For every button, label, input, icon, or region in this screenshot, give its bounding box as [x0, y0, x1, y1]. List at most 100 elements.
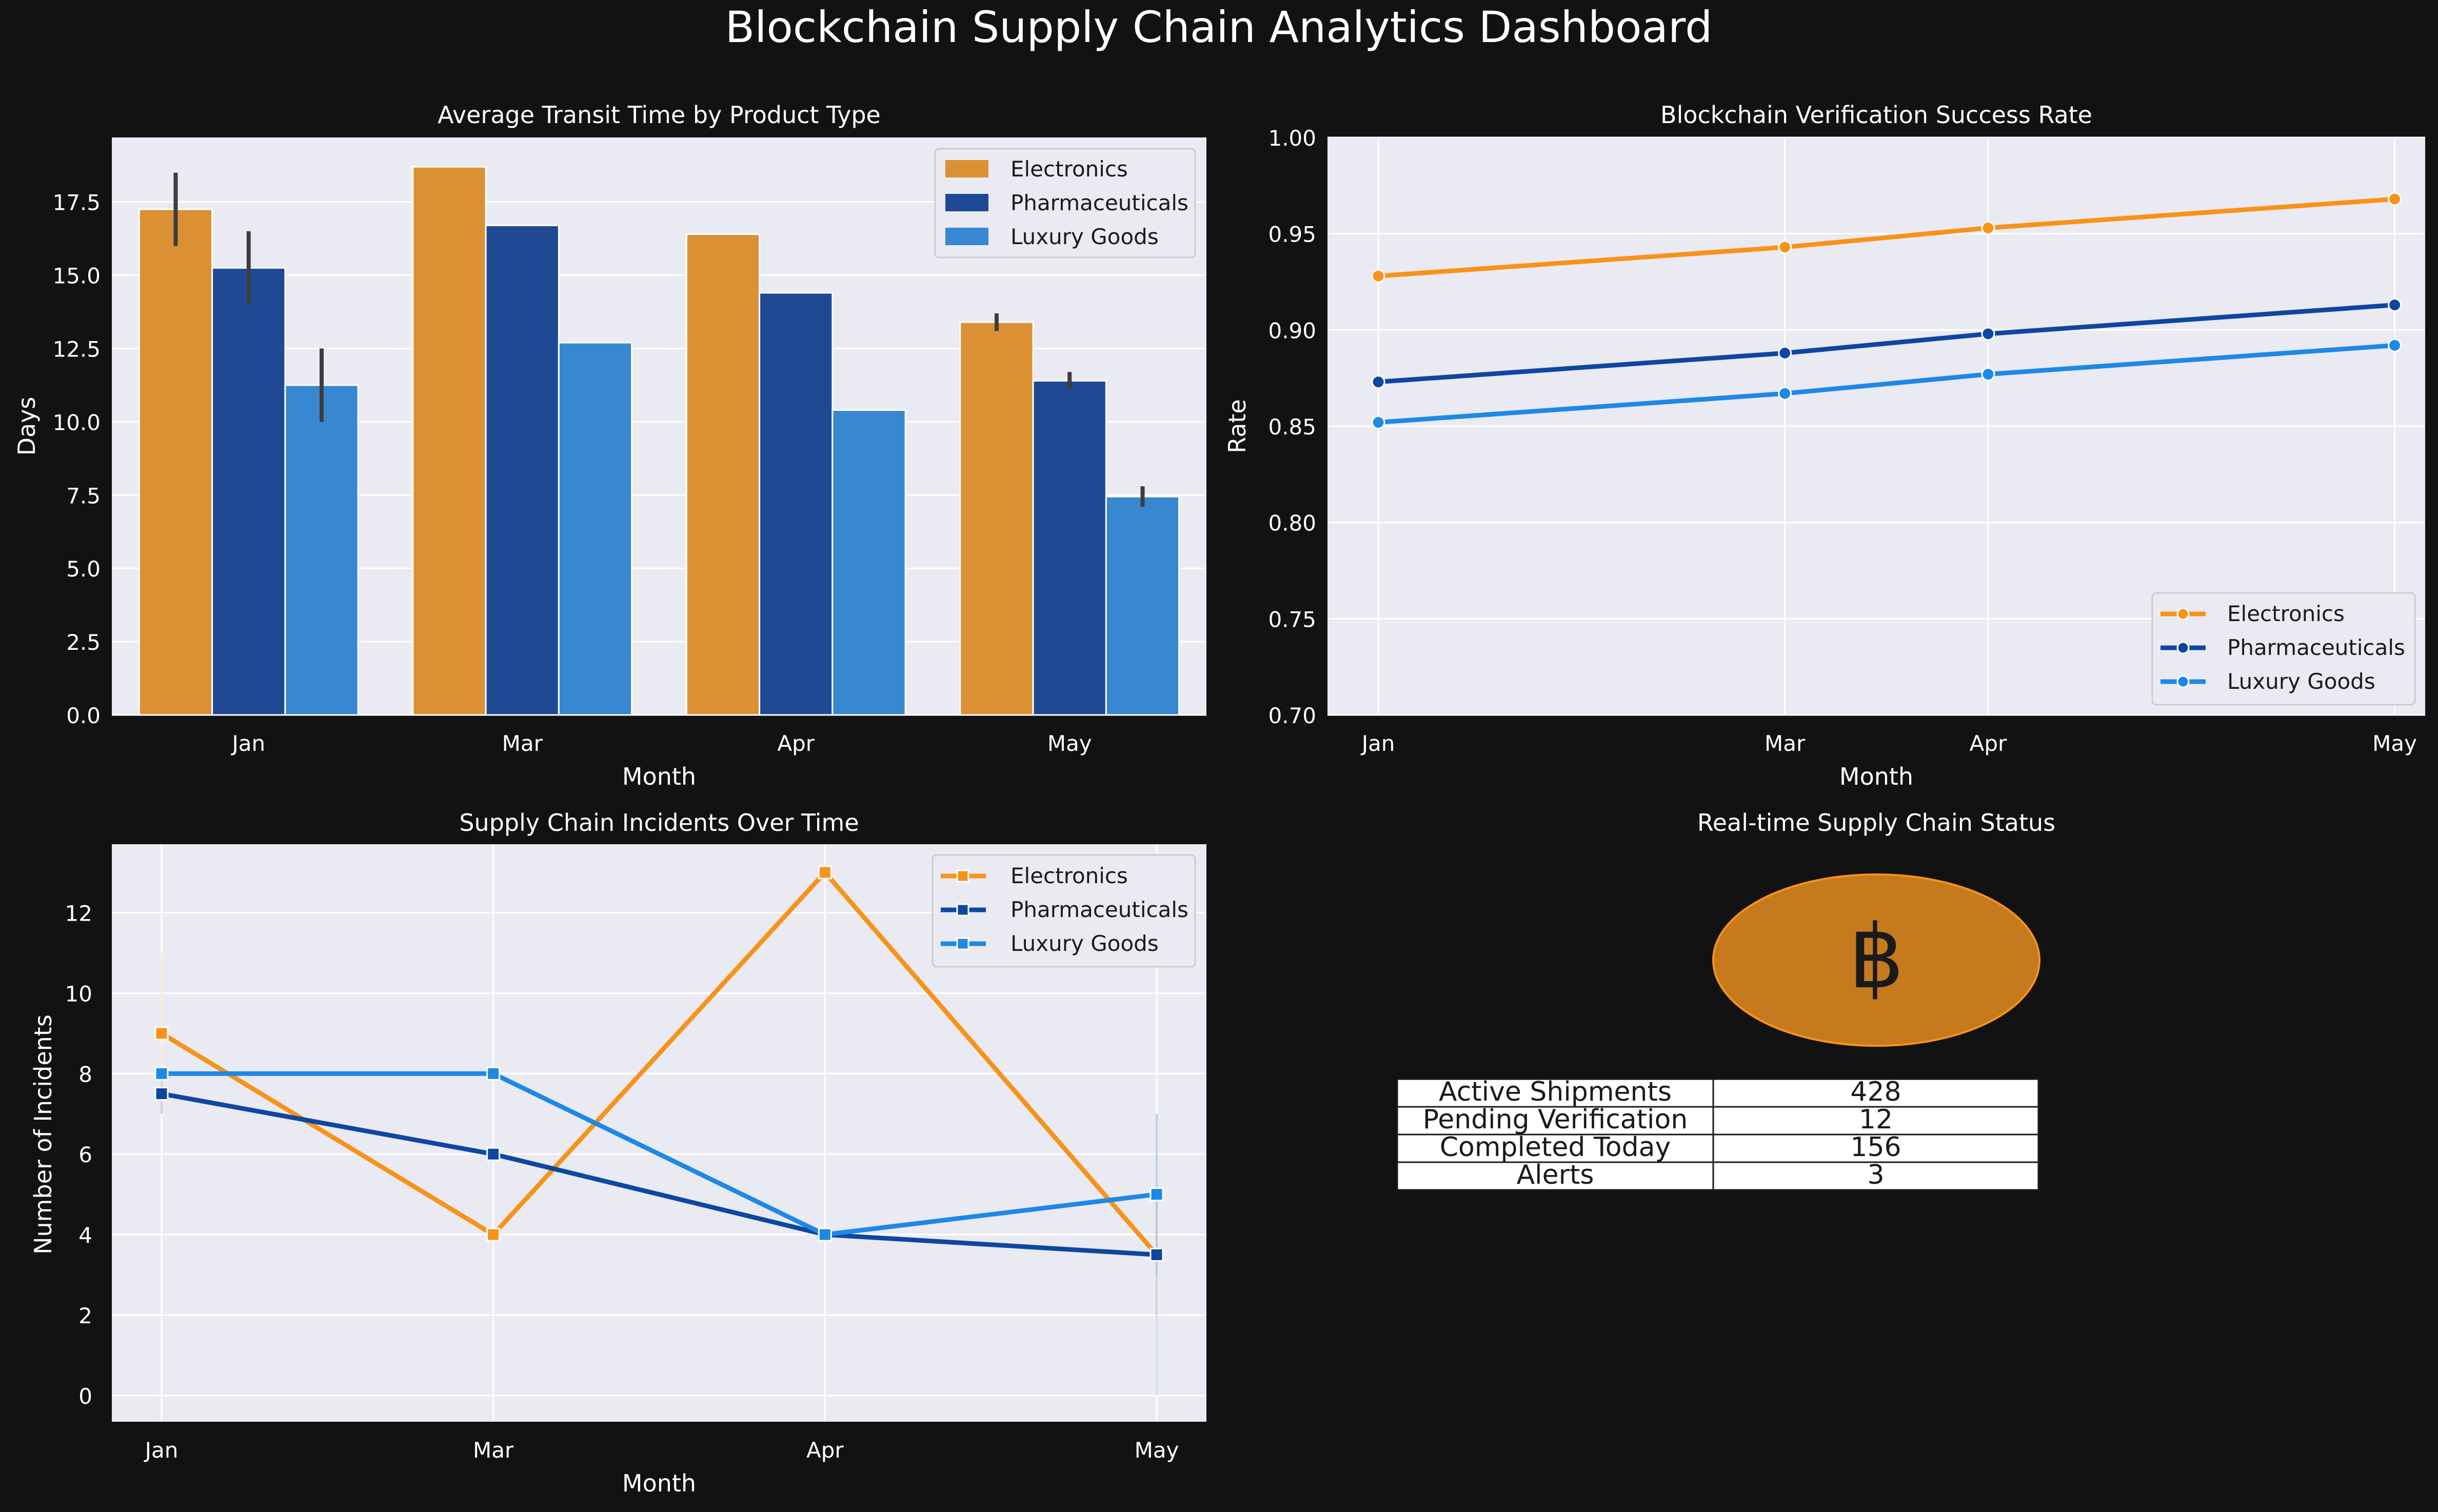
rate-ytick-label: 0.85	[1268, 414, 1316, 440]
bar-luxury-goods	[558, 342, 633, 716]
incidents-ytick-label: 10	[65, 981, 92, 1006]
bitcoin-icon: ฿	[1849, 907, 1904, 1008]
bar-ytick-label: 12.5	[52, 337, 101, 362]
bar-luxury-goods	[284, 384, 359, 716]
incidents-point	[154, 1026, 169, 1041]
bar-legend-swatch	[945, 228, 988, 245]
status-metric-value: 3	[1867, 1160, 1884, 1190]
bar-legend-swatch	[945, 194, 988, 211]
incidents-point	[154, 1066, 169, 1081]
bar-legend-swatch	[945, 160, 988, 177]
bar-pharmaceuticals	[485, 224, 560, 716]
dashboard-figure: Blockchain Supply Chain Analytics Dashbo…	[0, 0, 2438, 1512]
bar-electronics	[959, 321, 1034, 716]
rate-point	[1981, 327, 1995, 341]
status-metric-value: 12	[1859, 1104, 1893, 1135]
status-metric-label: Active Shipments	[1439, 1077, 1672, 1107]
bar-chart-xlabel: Month	[622, 763, 696, 790]
rate-chart-xlabel: Month	[1839, 763, 1913, 790]
rate-legend-marker	[2176, 641, 2190, 654]
bar-electronics	[412, 166, 487, 716]
incidents-legend-marker	[956, 903, 969, 917]
transit-time-bar-chart: Average Transit Time by Product Type 0.0…	[13, 101, 1206, 790]
incidents-ytick-label: 2	[78, 1303, 92, 1328]
bar-pharmaceuticals	[1032, 380, 1107, 716]
incidents-ytick-label: 4	[78, 1223, 92, 1248]
bar-chart-ylabel: Days	[13, 397, 41, 456]
incidents-legend-label: Pharmaceuticals	[1010, 897, 1188, 922]
incidents-point	[1149, 1187, 1164, 1202]
incidents-xtick-label: Mar	[473, 1438, 514, 1463]
dashboard-title: Blockchain Supply Chain Analytics Dashbo…	[725, 2, 1713, 52]
rate-point	[2388, 298, 2402, 312]
rate-point	[1371, 269, 1385, 283]
incidents-chart-title: Supply Chain Incidents Over Time	[459, 809, 859, 837]
incidents-point	[486, 1147, 501, 1161]
rate-ytick-label: 1.00	[1268, 126, 1316, 151]
rate-legend-marker	[2176, 675, 2190, 688]
bar-legend-label: Pharmaceuticals	[1010, 190, 1188, 215]
rate-xtick-label: Apr	[1970, 731, 2007, 756]
bar-pharmaceuticals	[759, 292, 834, 716]
bar-luxury-goods	[1105, 495, 1180, 716]
bar-electronics	[685, 233, 761, 716]
bar-xtick-label: Jan	[230, 731, 265, 756]
bar-ytick-label: 15.0	[52, 264, 101, 289]
incidents-ytick-label: 12	[65, 901, 92, 926]
rate-ytick-label: 0.75	[1268, 607, 1316, 632]
bar-ytick-label: 2.5	[66, 630, 101, 655]
incidents-legend-marker	[956, 937, 969, 950]
bar-pharmaceuticals	[211, 267, 286, 716]
bar-ytick-label: 5.0	[66, 556, 101, 582]
bar-chart-title: Average Transit Time by Product Type	[438, 101, 881, 129]
incidents-point	[154, 1086, 169, 1101]
status-metric-label: Completed Today	[1440, 1132, 1671, 1163]
incidents-chart-ylabel: Number of Incidents	[29, 1014, 57, 1255]
rate-ytick-label: 0.70	[1268, 703, 1316, 728]
rate-point	[1981, 367, 1995, 382]
rate-point	[1778, 240, 1792, 254]
incidents-point	[818, 865, 832, 880]
incidents-ytick-label: 0	[78, 1384, 92, 1409]
verification-rate-line-chart: Blockchain Verification Success Rate 0.7…	[1223, 101, 2425, 790]
incidents-legend-marker	[956, 869, 969, 883]
rate-legend-label: Pharmaceuticals	[2227, 635, 2405, 660]
rate-chart-ylabel: Rate	[1223, 399, 1251, 453]
bar-xtick-label: Apr	[777, 731, 815, 756]
bar-ytick-label: 0.0	[66, 703, 101, 728]
incidents-xtick-label: Jan	[144, 1438, 179, 1463]
rate-xtick-label: Mar	[1765, 731, 1806, 756]
bar-xtick-label: May	[1047, 731, 1092, 756]
rate-legend-label: Electronics	[2227, 601, 2345, 626]
status-panel-title: Real-time Supply Chain Status	[1697, 809, 2055, 837]
rate-legend-label: Luxury Goods	[2227, 669, 2375, 694]
rate-xtick-label: Jan	[1360, 731, 1395, 756]
incidents-point	[818, 1227, 832, 1242]
rate-point	[1778, 346, 1792, 360]
bar-xtick-label: Mar	[502, 731, 543, 756]
bar-luxury-goods	[831, 409, 906, 716]
bar-ytick-label: 7.5	[66, 483, 101, 508]
rate-chart-title: Blockchain Verification Success Rate	[1660, 101, 2092, 129]
incidents-ytick-label: 6	[78, 1142, 92, 1167]
bar-legend-label: Electronics	[1010, 156, 1128, 182]
incidents-point	[486, 1227, 501, 1242]
status-metric-value: 428	[1850, 1077, 1901, 1107]
rate-point	[1981, 221, 1995, 235]
rate-legend-marker	[2176, 607, 2190, 621]
incidents-line-chart: Supply Chain Incidents Over Time 0 2 4 6 8 10…	[29, 809, 1206, 1497]
rate-point	[1371, 375, 1385, 389]
incidents-legend-label: Electronics	[1010, 863, 1128, 888]
status-metric-label: Pending Verification	[1423, 1104, 1688, 1135]
incidents-xtick-label: May	[1135, 1438, 1179, 1463]
rate-ytick-label: 0.90	[1268, 318, 1316, 343]
bar-ytick-label: 17.5	[52, 190, 101, 215]
rate-point	[2388, 338, 2402, 352]
rate-point	[1778, 386, 1792, 401]
rate-ytick-label: 0.95	[1268, 222, 1316, 247]
incidents-point	[1149, 1247, 1164, 1262]
incidents-ytick-label: 8	[78, 1062, 92, 1087]
incidents-legend-label: Luxury Goods	[1010, 931, 1159, 956]
incidents-xtick-label: Apr	[806, 1438, 844, 1463]
rate-ytick-label: 0.80	[1268, 511, 1316, 536]
